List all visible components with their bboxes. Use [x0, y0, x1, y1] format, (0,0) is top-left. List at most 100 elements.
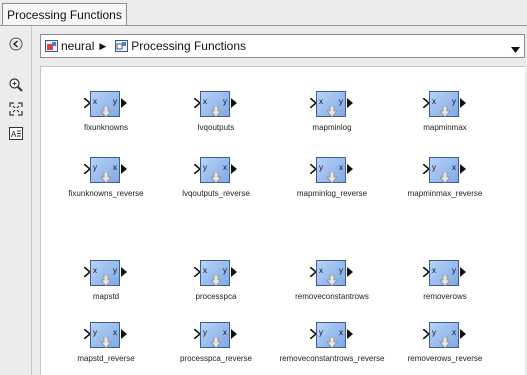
block-name-label: mapminmax — [423, 123, 467, 132]
output-port-label: y — [113, 266, 117, 275]
block-name-label: mapminmax_reverse — [407, 189, 483, 198]
output-port-label: y — [223, 266, 227, 275]
back-arrow-icon — [9, 37, 23, 51]
output-port-arrow-icon — [347, 267, 353, 277]
output-port-label: y — [223, 97, 227, 106]
output-port-arrow-icon — [347, 98, 353, 108]
model-canvas[interactable]: x y fixunknowns x y lvqoutputs x y mapminlog x y ma… — [40, 66, 525, 375]
input-port-label: y — [203, 163, 207, 172]
mask-arrow-icon — [211, 275, 221, 286]
output-port-label: x — [452, 328, 456, 337]
output-port-arrow-icon — [460, 329, 466, 339]
output-port-arrow-icon — [460, 267, 466, 277]
output-port-label: x — [452, 163, 456, 172]
annotation-icon: A — [9, 126, 23, 140]
block-body[interactable]: yx — [194, 320, 237, 350]
output-port-arrow-icon — [460, 98, 466, 108]
input-port-label: y — [319, 163, 323, 172]
mask-arrow-icon — [211, 337, 221, 348]
block-body[interactable]: xy — [310, 258, 353, 288]
mask-arrow-icon — [211, 172, 221, 183]
subsystem-folder-icon — [115, 40, 129, 52]
output-port-label: y — [452, 266, 456, 275]
mask-arrow-icon — [101, 275, 111, 286]
output-port-label: y — [452, 97, 456, 106]
input-port-label: x — [319, 97, 323, 106]
annotation-button[interactable]: A — [7, 124, 25, 142]
mask-arrow-icon — [211, 106, 221, 117]
output-port-label: x — [113, 163, 117, 172]
block-body[interactable]: xy — [194, 258, 237, 288]
back-button[interactable] — [7, 35, 25, 53]
output-port-label: x — [339, 328, 343, 337]
mask-arrow-icon — [440, 275, 450, 286]
address-bar[interactable]: neural ▶ Processing Functions — [40, 34, 525, 58]
output-port-label: x — [223, 163, 227, 172]
mask-arrow-icon — [327, 106, 337, 117]
library-folder-icon — [45, 40, 58, 52]
output-port-arrow-icon — [231, 98, 237, 108]
output-port-arrow-icon — [347, 164, 353, 174]
block-body[interactable]: yx — [84, 155, 127, 185]
block-body[interactable]: yx — [310, 155, 353, 185]
block-name-label: removerows — [423, 292, 467, 301]
block-body[interactable]: yx — [310, 320, 353, 350]
zoom-in-icon — [9, 78, 23, 92]
library-block[interactable]: y x removerows_reverse — [375, 320, 515, 363]
input-port-label: y — [93, 163, 97, 172]
library-block[interactable]: x y mapminmax — [375, 89, 515, 132]
input-port-label: x — [319, 266, 323, 275]
output-port-arrow-icon — [121, 267, 127, 277]
block-body[interactable]: xy — [423, 89, 466, 119]
output-port-arrow-icon — [121, 98, 127, 108]
output-port-arrow-icon — [121, 329, 127, 339]
mask-arrow-icon — [440, 172, 450, 183]
input-port-label: x — [432, 266, 436, 275]
input-port-label: y — [93, 328, 97, 337]
block-body[interactable]: xy — [84, 89, 127, 119]
block-body[interactable]: yx — [423, 155, 466, 185]
block-body[interactable]: yx — [84, 320, 127, 350]
input-port-label: x — [203, 266, 207, 275]
output-port-arrow-icon — [231, 164, 237, 174]
output-port-label: y — [339, 266, 343, 275]
breadcrumb-root[interactable]: neural — [61, 39, 94, 53]
input-port-label: x — [203, 97, 207, 106]
input-port-label: x — [93, 97, 97, 106]
output-port-arrow-icon — [121, 164, 127, 174]
block-body[interactable]: xy — [194, 89, 237, 119]
input-port-label: y — [203, 328, 207, 337]
block-body[interactable]: xy — [84, 258, 127, 288]
output-port-label: y — [339, 97, 343, 106]
mask-arrow-icon — [327, 172, 337, 183]
mask-arrow-icon — [101, 172, 111, 183]
mask-arrow-icon — [440, 337, 450, 348]
mask-arrow-icon — [440, 106, 450, 117]
output-port-arrow-icon — [460, 164, 466, 174]
output-port-label: x — [113, 328, 117, 337]
chevron-down-icon[interactable] — [511, 42, 520, 56]
left-toolbar: A — [0, 26, 32, 375]
input-port-label: x — [93, 266, 97, 275]
block-body[interactable]: xy — [310, 89, 353, 119]
library-block[interactable]: y x mapminmax_reverse — [375, 155, 515, 198]
block-body[interactable]: xy — [423, 258, 466, 288]
input-port-label: y — [319, 328, 323, 337]
mask-arrow-icon — [101, 106, 111, 117]
library-block[interactable]: x y removerows — [375, 258, 515, 301]
fit-view-button[interactable] — [7, 100, 25, 118]
output-port-label: y — [113, 97, 117, 106]
output-port-label: x — [339, 163, 343, 172]
fit-to-view-icon — [9, 102, 23, 116]
breadcrumb-current: Processing Functions — [131, 39, 247, 53]
svg-text:A: A — [11, 130, 17, 139]
zoom-button[interactable] — [7, 76, 25, 94]
input-port-label: y — [432, 163, 436, 172]
input-port-label: x — [432, 97, 436, 106]
block-body[interactable]: yx — [194, 155, 237, 185]
tab-label: Processing Functions — [7, 8, 122, 22]
block-body[interactable]: yx — [423, 320, 466, 350]
output-port-arrow-icon — [231, 329, 237, 339]
tab-processing-functions[interactable]: Processing Functions — [2, 3, 127, 26]
breadcrumb-separator-icon: ▶ — [99, 40, 107, 51]
